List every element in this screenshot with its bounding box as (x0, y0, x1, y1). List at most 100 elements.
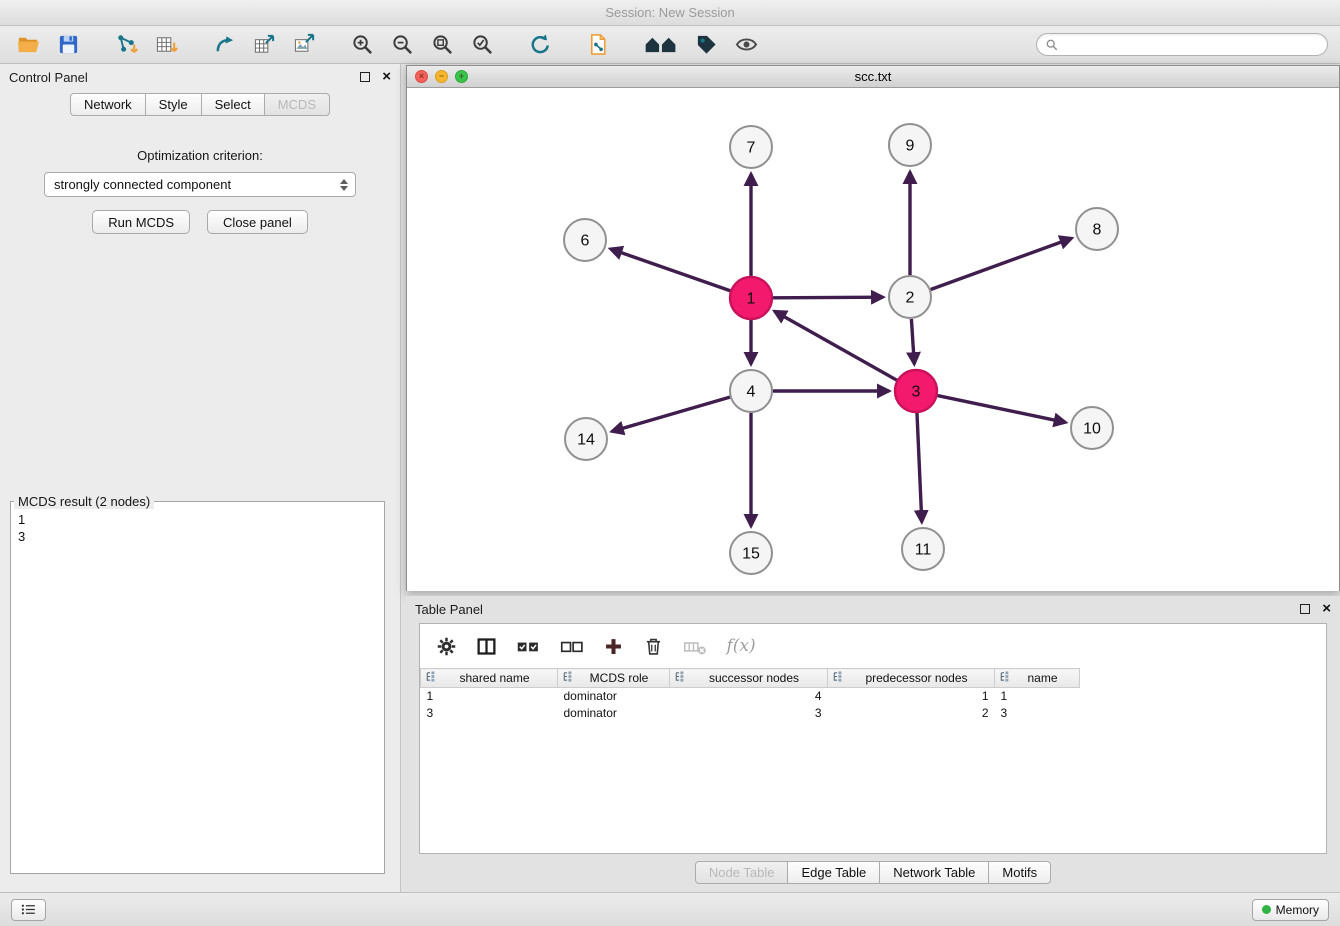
close-window-icon[interactable]: × (415, 70, 428, 83)
tab-network-table[interactable]: Network Table (879, 861, 989, 884)
column-header-label: MCDS role (573, 671, 665, 685)
memory-status-icon (1262, 905, 1271, 914)
attribute-type-icon (832, 671, 843, 685)
svg-text:10: 10 (1083, 421, 1101, 438)
column-header-label: successor nodes (685, 671, 823, 685)
column-header-shared-name[interactable]: shared name (421, 669, 558, 688)
add-column-icon[interactable] (603, 636, 624, 657)
node-15[interactable]: 15 (730, 532, 772, 574)
svg-text:9: 9 (906, 138, 915, 155)
node-7[interactable]: 7 (730, 126, 772, 168)
search-input[interactable] (1064, 38, 1318, 52)
column-header-successor-nodes[interactable]: successor nodes (670, 669, 828, 688)
mcds-result-text[interactable]: 1 3 (11, 509, 384, 547)
run-mcds-button[interactable]: Run MCDS (92, 210, 190, 234)
style-tag-icon[interactable] (690, 30, 722, 60)
edge-2-3[interactable] (911, 319, 914, 364)
node-10[interactable]: 10 (1071, 407, 1113, 449)
node-11[interactable]: 11 (902, 528, 944, 570)
tab-mcds[interactable]: MCDS (264, 93, 330, 116)
close-table-panel-icon[interactable]: × (1322, 604, 1331, 614)
edge-1-6[interactable] (610, 249, 730, 291)
node-1[interactable]: 1 (730, 277, 772, 319)
zoom-fit-icon[interactable] (426, 30, 458, 60)
column-header-MCDS-role[interactable]: MCDS role (558, 669, 670, 688)
table-settings-icon[interactable] (436, 636, 457, 657)
toggle-visibility-icon[interactable] (730, 30, 762, 60)
copy-document-icon[interactable] (582, 30, 614, 60)
edge-3-11[interactable] (917, 413, 922, 522)
close-panel-icon[interactable]: × (382, 72, 391, 82)
edge-3-1[interactable] (775, 311, 897, 380)
svg-text:4: 4 (747, 384, 756, 401)
optimization-criterion-select[interactable]: strongly connected component (44, 172, 356, 197)
import-network-icon[interactable] (110, 30, 142, 60)
main-toolbar (0, 26, 1340, 64)
node-6[interactable]: 6 (564, 219, 606, 261)
refresh-view-icon[interactable] (524, 30, 556, 60)
tab-style[interactable]: Style (145, 93, 202, 116)
network-window-title: scc.txt (855, 69, 892, 84)
network-desktop: × − + scc.txt 7968124314101511 Table Pan… (401, 64, 1340, 892)
column-header-predecessor-nodes[interactable]: predecessor nodes (828, 669, 995, 688)
export-image-icon[interactable] (288, 30, 320, 60)
float-table-panel-icon[interactable] (1300, 604, 1310, 614)
memory-button[interactable]: Memory (1252, 899, 1329, 921)
cell-predecessor-nodes: 2 (828, 705, 995, 722)
delete-table-icon (683, 636, 708, 657)
node-table-header-row: shared name MCDS role successor nodes prede… (421, 669, 1080, 688)
svg-text:2: 2 (906, 290, 915, 307)
table-panel-tabs: Node TableEdge TableNetwork TableMotifs (406, 861, 1340, 884)
split-view-icon[interactable] (476, 636, 497, 657)
show-panels-button[interactable] (11, 899, 46, 921)
unselect-all-columns-icon[interactable] (560, 636, 585, 657)
node-4[interactable]: 4 (730, 370, 772, 412)
edge-1-2[interactable] (773, 297, 883, 298)
import-table-icon[interactable] (150, 30, 182, 60)
node-8[interactable]: 8 (1076, 208, 1118, 250)
network-window-titlebar[interactable]: × − + scc.txt (407, 66, 1339, 88)
column-header-name[interactable]: name (995, 669, 1080, 688)
cell-predecessor-nodes: 1 (828, 688, 995, 705)
network-window[interactable]: × − + scc.txt 7 9 6 8 1 2 4 3 14 10 15 11 (406, 65, 1340, 591)
table-row[interactable]: 1dominator411 (421, 688, 1080, 705)
table-panel-title: Table Panel (415, 602, 483, 617)
tab-select[interactable]: Select (201, 93, 265, 116)
home-icon[interactable] (640, 30, 682, 60)
window-titlebar[interactable]: Session: New Session (0, 0, 1340, 26)
node-2[interactable]: 2 (889, 276, 931, 318)
export-table-icon[interactable] (248, 30, 280, 60)
maximize-window-icon[interactable]: + (455, 70, 468, 83)
new-network-icon[interactable] (208, 30, 240, 60)
search-box[interactable] (1036, 33, 1328, 56)
search-icon (1046, 39, 1058, 51)
zoom-selected-icon[interactable] (466, 30, 498, 60)
cell-shared-name: 1 (421, 688, 558, 705)
save-session-icon[interactable] (52, 30, 84, 60)
tab-node-table[interactable]: Node Table (695, 861, 789, 884)
delete-column-icon[interactable] (643, 636, 664, 657)
select-all-columns-icon[interactable] (516, 636, 541, 657)
table-panel: Table Panel × f(x) shared nameMCDS roles… (406, 596, 1340, 889)
node-14[interactable]: 14 (565, 418, 607, 460)
edge-3-10[interactable] (938, 396, 1066, 423)
node-3[interactable]: 3 (895, 370, 937, 412)
minimize-window-icon[interactable]: − (435, 70, 448, 83)
network-canvas[interactable]: 7 9 6 8 1 2 4 3 14 10 15 11 (407, 88, 1339, 591)
float-panel-icon[interactable] (360, 72, 370, 82)
edge-2-8[interactable] (931, 238, 1072, 289)
tab-edge-table[interactable]: Edge Table (787, 861, 880, 884)
zoom-in-icon[interactable] (346, 30, 378, 60)
mcds-result-label: MCDS result (2 nodes) (14, 494, 154, 509)
table-row[interactable]: 3dominator323 (421, 705, 1080, 722)
close-panel-button[interactable]: Close panel (207, 210, 308, 234)
edge-4-14[interactable] (612, 397, 730, 431)
status-bar: Memory (0, 892, 1340, 926)
open-session-icon[interactable] (12, 30, 44, 60)
svg-text:6: 6 (581, 233, 590, 250)
tab-network[interactable]: Network (70, 93, 146, 116)
tab-motifs[interactable]: Motifs (988, 861, 1051, 884)
zoom-out-icon[interactable] (386, 30, 418, 60)
window-title: Session: New Session (605, 5, 734, 20)
node-9[interactable]: 9 (889, 124, 931, 166)
